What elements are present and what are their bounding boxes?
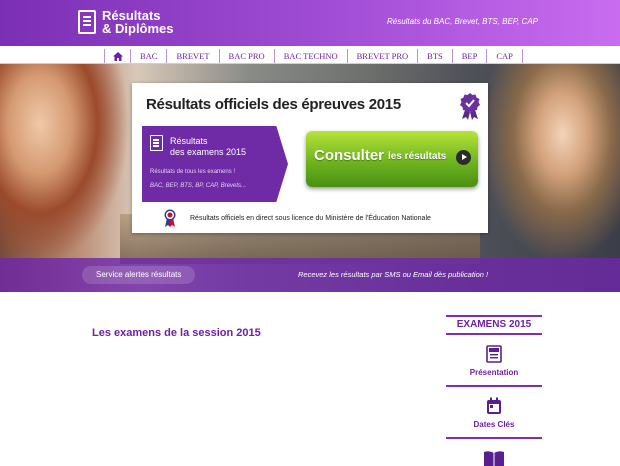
card-title: Résultats officiels des épreuves 2015 <box>146 96 401 113</box>
alerts-service-button[interactable]: Service alertes résultats <box>82 266 196 284</box>
sidebar-item-dates-cles[interactable]: Dates Clés <box>446 387 542 439</box>
nav-bac-techno[interactable]: BAC TECHNO <box>273 49 347 63</box>
nav-brevet[interactable]: BREVET <box>166 49 218 63</box>
exams-box-list: BAC, BEP, BTS, BP, CAP, Brevets... <box>150 183 247 189</box>
main-nav: BAC BREVET BAC PRO BAC TECHNO BREVET PRO… <box>0 46 620 64</box>
nav-cap[interactable]: CAP <box>486 49 523 63</box>
consult-button-label: Consulter <box>314 147 385 164</box>
document-logo-icon <box>78 10 96 34</box>
nav-bts[interactable]: BTS <box>417 49 452 63</box>
sidebar-item-label: Présentation <box>469 368 519 377</box>
exams-box-title-line-1: Résultats <box>170 136 208 146</box>
book-icon <box>484 451 504 466</box>
home-icon <box>113 52 123 61</box>
hero-photo-student-right <box>480 64 620 264</box>
section-title: Les examens de la session 2015 <box>92 327 261 339</box>
sidebar-item-presentation[interactable]: Présentation <box>446 335 542 387</box>
exams-box-subtitle: Résultats de tous les examens ! <box>150 169 236 175</box>
nav-bac[interactable]: BAC <box>130 49 166 63</box>
exams-sidebar: EXAMENS 2015 Présentation Dates Clés <box>446 315 542 466</box>
nav-home[interactable] <box>104 49 130 63</box>
consult-button-sublabel: les résultats <box>388 151 447 162</box>
hero-photo-student-left <box>0 64 130 264</box>
play-arrow-icon <box>456 150 471 165</box>
award-badge-icon <box>460 93 480 120</box>
sidebar-item-3[interactable] <box>446 439 542 466</box>
alerts-bar: Service alertes résultats Recevez les ré… <box>0 258 620 292</box>
document-2015-icon <box>486 345 502 363</box>
calendar-icon <box>487 397 501 414</box>
alerts-text: Recevez les résultats par SMS ou Email d… <box>298 270 489 279</box>
ministry-ribbon-icon <box>164 209 176 227</box>
nav-brevet-pro[interactable]: BREVET PRO <box>346 49 418 63</box>
exams-box-title-line-2: des examens 2015 <box>170 147 247 157</box>
exams-2015-box[interactable]: Résultats des examens 2015 Résultats de … <box>142 126 288 202</box>
consult-results-button[interactable]: Consulter les résultats <box>306 131 478 187</box>
nav-bep[interactable]: BEP <box>451 49 487 63</box>
results-card: Résultats officiels des épreuves 2015 Ré… <box>132 83 488 233</box>
card-footer-license: Résultats officiels en direct sous licen… <box>190 215 431 222</box>
sidebar-item-label: Dates Clés <box>473 420 515 429</box>
nav-bac-pro[interactable]: BAC PRO <box>218 49 274 63</box>
site-logo[interactable]: Résultats & Diplômes <box>78 9 174 35</box>
site-header: Résultats & Diplômes Résultats du BAC, B… <box>0 0 620 46</box>
sidebar-header: EXAMENS 2015 <box>446 315 542 335</box>
document-icon <box>150 135 163 151</box>
header-tagline: Résultats du BAC, Brevet, BTS, BEP, CAP <box>386 17 538 26</box>
logo-line-2: & Diplômes <box>102 21 174 36</box>
